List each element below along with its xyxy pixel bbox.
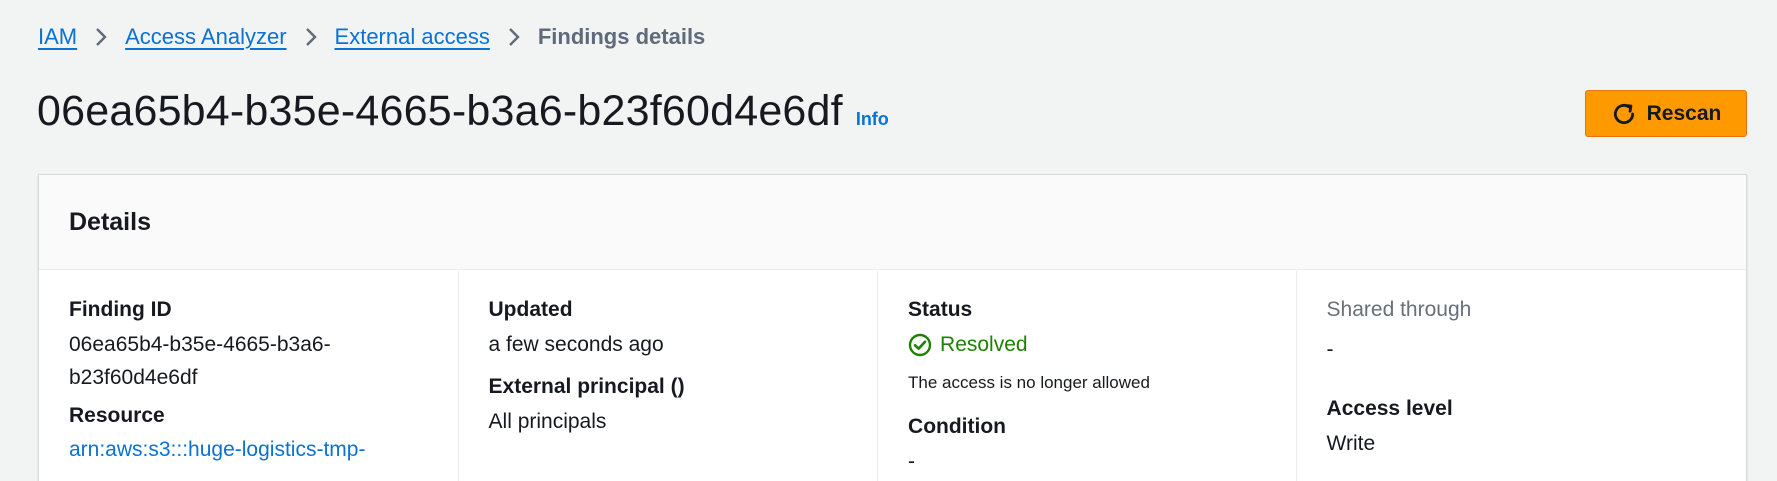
breadcrumb-current: Findings details [537,24,706,49]
status-value: Resolved [940,333,1028,356]
finding-id-label: Finding ID [69,298,172,321]
finding-id-value-line2: b23f60d4e6df [69,366,198,389]
access-level-field: Access level Write [1327,396,1453,460]
page-header: 06ea65b4-b35e-4665-b3a6-b23f60d4e6df Inf… [37,84,889,138]
updated-label: Updated [488,298,573,321]
chevron-right-icon [77,22,125,52]
check-circle-icon [908,333,932,357]
chevron-right-icon [490,22,538,52]
details-column-2: Updated a few seconds ago External princ… [457,271,878,481]
resource-label: Resource [69,404,165,427]
condition-label: Condition [908,415,1006,438]
rescan-button[interactable]: Rescan [1585,90,1747,137]
status-field: Status Resolved The access is no longer … [908,297,1150,394]
condition-field: Condition - [908,414,1006,478]
page-title: 06ea65b4-b35e-4665-b3a6-b23f60d4e6df [37,87,843,135]
refresh-icon [1611,101,1637,127]
status-badge: Resolved [908,328,1150,361]
external-principal-field: External principal () All principals [489,374,685,438]
details-panel: Details Finding ID 06ea65b4-b35e-4665-b3… [38,174,1747,481]
details-column-3: Status Resolved The access is no longer … [877,271,1296,481]
condition-value: - [908,450,916,473]
finding-id-value-line1: 06ea65b4-b35e-4665-b3a6- [69,333,331,356]
details-columns: Finding ID 06ea65b4-b35e-4665-b3a6- b23f… [39,271,1746,481]
info-link[interactable]: Info [856,109,889,130]
details-column-1: Finding ID 06ea65b4-b35e-4665-b3a6- b23f… [39,271,458,481]
details-title: Details [69,207,151,236]
shared-through-label: Shared through [1326,298,1472,321]
details-header: Details [39,175,1746,270]
external-principal-value: All principals [488,410,607,433]
shared-through-field: Shared through - [1327,297,1472,366]
status-description: The access is no longer allowed [908,373,1150,392]
shared-through-value: - [1326,338,1334,361]
rescan-label: Rescan [1646,101,1722,125]
resource-field: Resource arn:aws:s3:::huge-logistics-tmp… [69,403,365,466]
breadcrumb: IAM Access Analyzer External access Find… [38,22,705,52]
finding-id-field: Finding ID 06ea65b4-b35e-4665-b3a6- b23f… [69,297,331,394]
updated-field: Updated a few seconds ago [489,297,664,361]
external-principal-label: External principal () [488,375,685,398]
updated-value: a few seconds ago [488,333,664,356]
access-level-value: Write [1326,432,1376,455]
breadcrumb-access-analyzer[interactable]: Access Analyzer [125,24,286,50]
resource-link[interactable]: arn:aws:s3:::huge-logistics-tmp- [69,433,365,466]
breadcrumb-external-access[interactable]: External access [335,24,490,50]
details-column-4: Shared through - Access level Write [1295,271,1746,481]
breadcrumb-iam[interactable]: IAM [38,24,77,50]
chevron-right-icon [287,22,335,52]
access-level-label: Access level [1326,397,1453,420]
status-label: Status [908,298,973,321]
